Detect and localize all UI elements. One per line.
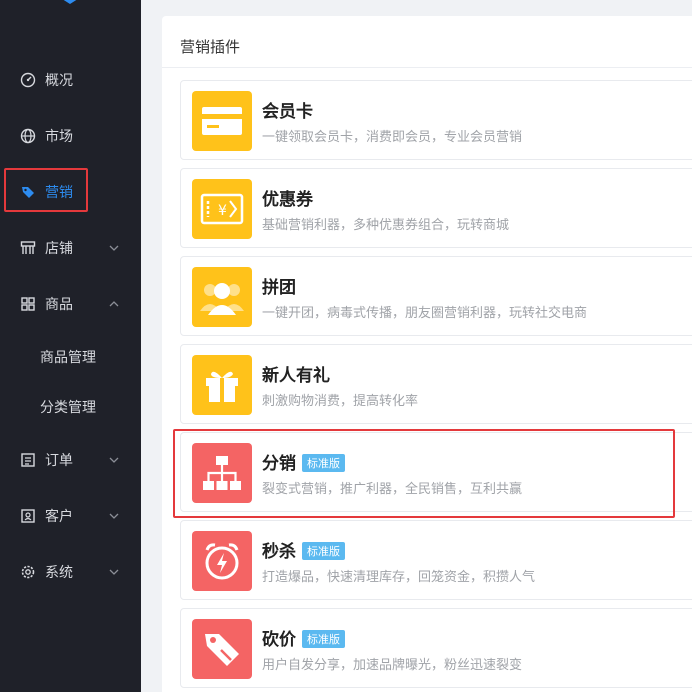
storefront-icon: [20, 240, 36, 256]
grid-icon: [20, 296, 36, 312]
gauge-icon: [20, 72, 36, 88]
sidebar-item-label: 市场: [45, 129, 73, 145]
plugin-card-membership[interactable]: 会员卡 一键领取会员卡，消费即会员，专业会员营销: [180, 80, 692, 160]
plugin-name: 拼团: [262, 278, 296, 298]
sidebar-subitem-product-management[interactable]: 商品管理: [0, 337, 141, 377]
plugin-card-group-buy[interactable]: 拼团 一键开团，病毒式传播，朋友圈营销利器，玩转社交电商: [180, 256, 692, 336]
sidebar-item-label: 客户: [45, 509, 73, 525]
sidebar-item-products[interactable]: 商品: [0, 284, 141, 324]
sidebar: 概况 市场 营销 店铺 商品 商品管理 分类管理 订单 客户 系统: [0, 0, 141, 692]
sidebar-subitem-category-management[interactable]: 分类管理: [0, 387, 141, 427]
highlight-box: [173, 429, 675, 518]
sidebar-item-system[interactable]: 系统: [0, 552, 141, 592]
gear-icon: [20, 564, 36, 580]
plugin-desc: 刺激购物消费，提高转化率: [262, 394, 419, 409]
chevron-up-icon: [109, 301, 119, 307]
sidebar-item-customers[interactable]: 客户: [0, 496, 141, 536]
plugin-name: 砍价 标准版: [262, 625, 345, 650]
group-icon: [192, 267, 252, 327]
plugin-desc: 一键领取会员卡，消费即会员，专业会员营销: [262, 130, 523, 145]
alarm-clock-icon: [192, 531, 252, 591]
panel-title: 营销插件: [180, 38, 241, 56]
customer-icon: [20, 508, 36, 524]
coupon-icon: ¥: [192, 179, 252, 239]
edition-badge: 标准版: [302, 630, 345, 648]
plugin-name: 优惠券: [262, 190, 313, 210]
chevron-down-icon: [109, 513, 119, 519]
plugin-desc: 打造爆品，快速清理库存，回笼资金，积攒人气: [262, 570, 536, 585]
plugin-name: 秒杀 标准版: [262, 537, 345, 562]
plugin-card-flash-sale[interactable]: 秒杀 标准版 打造爆品，快速清理库存，回笼资金，积攒人气: [180, 520, 692, 600]
sidebar-item-orders[interactable]: 订单: [0, 440, 141, 480]
plugin-card-newcomer-gift[interactable]: 新人有礼 刺激购物消费，提高转化率: [180, 344, 692, 424]
sidebar-item-label: 概况: [45, 73, 73, 89]
sidebar-item-overview[interactable]: 概况: [0, 60, 141, 100]
edition-badge: 标准版: [302, 542, 345, 560]
plugin-desc: 一键开团，病毒式传播，朋友圈营销利器，玩转社交电商: [262, 306, 588, 321]
svg-text:¥: ¥: [218, 203, 227, 219]
plugin-name: 新人有礼: [262, 366, 330, 386]
globe-icon: [20, 128, 36, 144]
sidebar-item-store[interactable]: 店铺: [0, 228, 141, 268]
logo-icon: [63, 0, 77, 4]
plugin-name: 会员卡: [262, 102, 313, 122]
chevron-down-icon: [109, 569, 119, 575]
chevron-down-icon: [109, 245, 119, 251]
plugin-card-bargain[interactable]: 砍价 标准版 用户自发分享，加速品牌曝光，粉丝迅速裂变: [180, 608, 692, 688]
sidebar-item-market[interactable]: 市场: [0, 116, 141, 156]
card-icon: [192, 91, 252, 151]
price-tag-icon: [192, 619, 252, 679]
plugin-card-coupon[interactable]: ¥ 优惠券 基础营销利器，多种优惠券组合，玩转商城: [180, 168, 692, 248]
sidebar-item-label: 店铺: [45, 241, 73, 257]
sidebar-item-label: 订单: [45, 453, 73, 469]
sidebar-item-label: 系统: [45, 565, 73, 581]
divider: [162, 67, 692, 68]
plugin-desc: 基础营销利器，多种优惠券组合，玩转商城: [262, 218, 510, 233]
list-icon: [20, 452, 36, 468]
sidebar-item-label: 商品: [45, 297, 73, 313]
gift-icon: [192, 355, 252, 415]
plugin-desc: 用户自发分享，加速品牌曝光，粉丝迅速裂变: [262, 658, 523, 673]
marketing-plugins-panel: 营销插件 会员卡 一键领取会员卡，消费即会员，专业会员营销 ¥ 优惠券 基础营销…: [162, 16, 692, 692]
chevron-down-icon: [109, 457, 119, 463]
highlight-box: [4, 168, 88, 212]
